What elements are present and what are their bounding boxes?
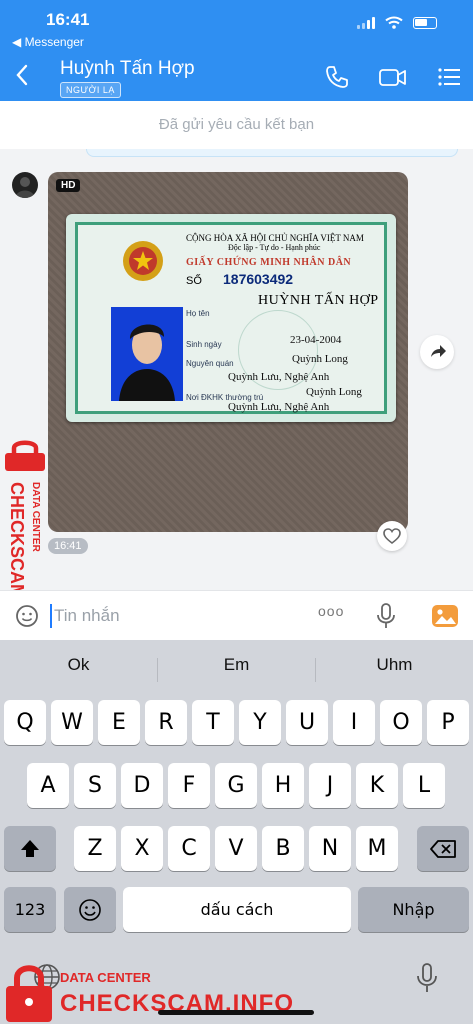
more-options-button[interactable]: ooo — [318, 603, 344, 619]
signal-icon — [357, 16, 375, 29]
status-icons — [357, 16, 437, 29]
key-v[interactable]: V — [215, 826, 257, 871]
share-arrow-icon — [431, 345, 446, 357]
id-residence-2: Quỳnh Lưu, Nghệ Anh — [228, 401, 330, 413]
id-name: HUỲNH TẤN HỢP — [258, 293, 379, 308]
key-n[interactable]: N — [309, 826, 351, 871]
chat-header: 16:41 ◀ Messenger Huỳnh Tấn Hợp NGƯỜI LẠ — [0, 0, 473, 101]
key-b[interactable]: B — [262, 826, 304, 871]
stranger-badge: NGƯỜI LẠ — [60, 82, 121, 98]
key-l[interactable]: L — [403, 763, 445, 808]
key-y[interactable]: Y — [239, 700, 281, 745]
suggestion-3[interactable]: Uhm — [316, 655, 473, 675]
key-a[interactable]: A — [27, 763, 69, 808]
back-to-messenger[interactable]: ◀ Messenger — [12, 35, 84, 49]
key-f[interactable]: F — [168, 763, 210, 808]
back-button[interactable] — [12, 62, 36, 90]
key-k[interactable]: K — [356, 763, 398, 808]
wifi-icon — [385, 16, 403, 29]
side-watermark-top: DATA CENTER — [30, 482, 41, 552]
key-h[interactable]: H — [262, 763, 304, 808]
key-u[interactable]: U — [286, 700, 328, 745]
backspace-icon — [430, 840, 456, 858]
id-motto-line: Độc lập - Tự do - Hạnh phúc — [228, 243, 321, 252]
backspace-key[interactable] — [417, 826, 469, 871]
key-q[interactable]: Q — [4, 700, 46, 745]
id-dob: 23-04-2004 — [290, 334, 342, 346]
key-p[interactable]: P — [427, 700, 469, 745]
space-key[interactable]: dấu cách — [123, 887, 351, 932]
id-origin-label: Nguyên quán — [186, 359, 234, 368]
key-j[interactable]: J — [309, 763, 351, 808]
message-time: 16:41 — [48, 538, 88, 554]
id-country-line: CỘNG HÒA XÃ HỘI CHỦ NGHĨA VIỆT NAM — [186, 233, 364, 243]
suggestion-2[interactable]: Em — [158, 655, 315, 675]
return-key[interactable]: Nhập — [358, 887, 469, 932]
composer-bar: Tin nhắn ooo — [0, 590, 473, 640]
key-o[interactable]: O — [380, 700, 422, 745]
bottom-watermark-top: DATA CENTER — [60, 970, 151, 985]
suggestion-1[interactable]: Ok — [0, 655, 157, 675]
key-t[interactable]: T — [192, 700, 234, 745]
key-x[interactable]: X — [121, 826, 163, 871]
id-residence-1: Quỳnh Long — [306, 386, 362, 398]
key-d[interactable]: D — [121, 763, 163, 808]
hd-badge: HD — [56, 179, 81, 192]
key-s[interactable]: S — [74, 763, 116, 808]
national-emblem-icon — [123, 241, 163, 281]
key-m[interactable]: M — [356, 826, 398, 871]
key-e[interactable]: E — [98, 700, 140, 745]
emoji-icon — [79, 899, 101, 921]
id-card-photo[interactable]: CỘNG HÒA XÃ HỘI CHỦ NGHĨA VIỆT NAM Độc l… — [48, 172, 408, 532]
share-button[interactable] — [420, 335, 454, 369]
id-number: 187603492 — [223, 271, 294, 287]
sticker-icon[interactable] — [14, 603, 40, 629]
id-title: GIẤY CHỨNG MINH NHÂN DÂN — [186, 257, 352, 268]
key-r[interactable]: R — [145, 700, 187, 745]
key-c[interactable]: C — [168, 826, 210, 871]
id-dob-label: Sinh ngày — [186, 340, 222, 349]
numbers-key[interactable]: 123 — [4, 887, 56, 932]
key-z[interactable]: Z — [74, 826, 116, 871]
like-button[interactable] — [377, 521, 407, 551]
phone-icon[interactable] — [324, 64, 350, 90]
shift-icon — [21, 840, 39, 857]
lock-icon — [5, 440, 45, 471]
id-portrait — [111, 307, 183, 401]
id-number-label: SỐ — [186, 275, 202, 287]
menu-icon[interactable] — [436, 64, 462, 90]
id-origin-2: Quỳnh Lưu, Nghệ Anh — [228, 371, 330, 383]
status-time: 16:41 — [46, 10, 90, 29]
key-w[interactable]: W — [51, 700, 93, 745]
message-input[interactable]: Tin nhắn — [50, 604, 250, 628]
heart-icon — [383, 528, 401, 545]
id-card-inner: CỘNG HÒA XÃ HỘI CHỦ NGHĨA VIỆT NAM Độc l… — [75, 222, 387, 414]
video-call-icon[interactable] — [378, 64, 408, 90]
emoji-key[interactable] — [64, 887, 116, 932]
shift-key[interactable] — [4, 826, 56, 871]
key-g[interactable]: G — [215, 763, 257, 808]
chevron-left-icon — [16, 64, 28, 86]
contact-name[interactable]: Huỳnh Tấn Hợp — [60, 58, 195, 80]
key-i[interactable]: I — [333, 700, 375, 745]
previous-message-edge — [86, 149, 458, 157]
microphone-icon[interactable] — [374, 602, 398, 630]
avatar[interactable] — [12, 172, 38, 198]
id-card: CỘNG HÒA XÃ HỘI CHỦ NGHĨA VIỆT NAM Độc l… — [66, 214, 396, 422]
friend-request-status: Đã gửi yêu cầu kết bạn — [0, 101, 473, 149]
id-name-label: Họ tên — [186, 309, 210, 318]
home-indicator[interactable] — [158, 1010, 314, 1015]
image-picker-icon[interactable] — [430, 602, 460, 630]
battery-icon — [413, 16, 437, 29]
id-origin-1: Quỳnh Long — [292, 353, 348, 365]
lock-icon — [6, 965, 52, 1022]
dictation-microphone-icon[interactable] — [414, 962, 440, 994]
